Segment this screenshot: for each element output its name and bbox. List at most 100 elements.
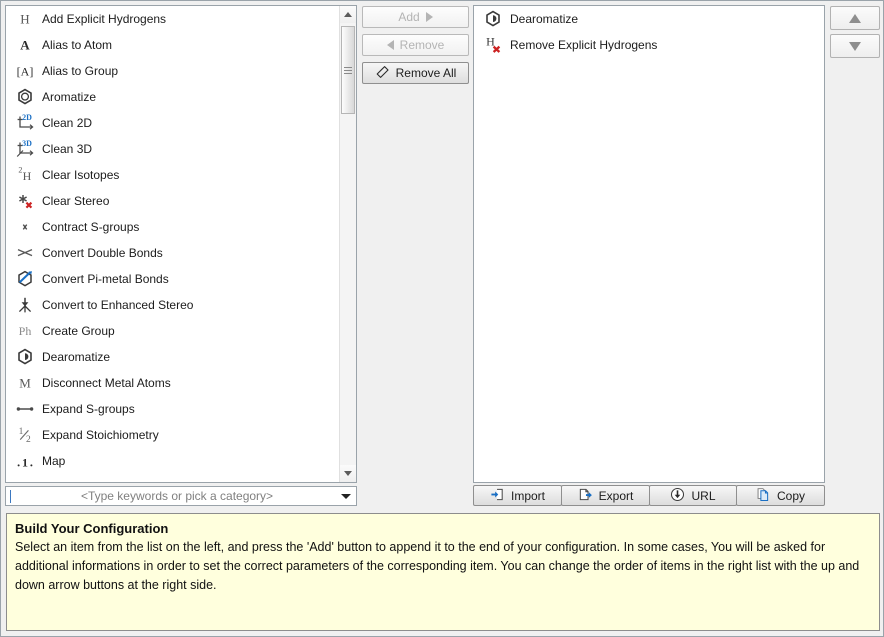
operation-configuration-window: H Add Explicit Hydrogens A Alias to Atom [A]…	[0, 0, 884, 637]
available-operations-list[interactable]: H Add Explicit Hydrogens A Alias to Atom [A]…	[6, 6, 340, 482]
available-list-item[interactable]: Convert to Enhanced Stereo	[6, 292, 340, 318]
bracket-atom-icon: [A]	[14, 60, 36, 82]
svg-text:1: 1	[22, 455, 28, 469]
dearomatize-ring-icon	[482, 8, 504, 30]
phenyl-group-icon: Ph	[14, 320, 36, 342]
scroll-up-arrow-icon	[344, 12, 352, 17]
available-list-scrollbar[interactable]	[339, 6, 356, 482]
available-list-item[interactable]: M Disconnect Metal Atoms	[6, 370, 340, 396]
available-list-item-label: Aromatize	[42, 90, 97, 104]
available-list-item[interactable]: 3D Clean 3D	[6, 136, 340, 162]
available-list-item[interactable]: Ph Create Group	[6, 318, 340, 344]
move-down-button[interactable]	[830, 34, 880, 58]
configuration-list-item[interactable]: Dearomatize	[474, 6, 824, 32]
export-icon	[578, 487, 593, 505]
available-list-item[interactable]: 1 2 Expand Stoichiometry	[6, 422, 340, 448]
url-button-label: URL	[691, 488, 716, 503]
available-list-item-label: Convert Pi-metal Bonds	[42, 272, 169, 286]
isotope-hydrogen-icon: 2H	[14, 164, 36, 186]
add-button-label: Add	[398, 10, 420, 24]
available-list-item[interactable]: Aromatize	[6, 84, 340, 110]
svg-text:3D: 3D	[22, 139, 32, 148]
category-search-combobox[interactable]: <Type keywords or pick a category>	[5, 486, 357, 506]
available-list-item[interactable]: Clear Stereo	[6, 188, 340, 214]
available-list-item-label: Convert to Enhanced Stereo	[42, 298, 194, 312]
export-button-label: Export	[598, 488, 634, 503]
available-list-item-label: Alias to Atom	[42, 38, 113, 52]
configuration-list-item-label: Remove Explicit Hydrogens	[510, 38, 658, 52]
available-list-item-label: Clear Isotopes	[42, 168, 120, 182]
scroll-down-button[interactable]	[340, 465, 356, 482]
text-cursor	[10, 490, 11, 503]
available-list-item[interactable]: A Alias to Atom	[6, 32, 340, 58]
configuration-list-item[interactable]: H Remove Explicit Hydrogens	[474, 32, 824, 58]
svg-text:H: H	[23, 169, 32, 183]
available-list-item[interactable]: 2 H Clear Isotopes	[6, 162, 340, 188]
info-panel-body: Select an item from the list on the left…	[15, 540, 860, 592]
available-list-item[interactable]: 2D Clean 2D	[6, 110, 340, 136]
contract-sgroup-icon	[14, 216, 36, 238]
svg-text:H: H	[20, 12, 29, 27]
category-dropdown-button[interactable]	[336, 487, 356, 505]
copy-button[interactable]: Copy	[736, 485, 825, 506]
svg-text:[A]: [A]	[17, 65, 34, 79]
configuration-list-item-label: Dearomatize	[510, 12, 579, 26]
scrollbar-grip-icon	[344, 65, 352, 76]
hydrogen-letter-icon: H	[14, 8, 36, 30]
info-panel-title: Build Your Configuration	[15, 521, 169, 536]
remove-button[interactable]: Remove	[362, 34, 469, 56]
available-list-item[interactable]: Convert Pi-metal Bonds	[6, 266, 340, 292]
svg-text:A: A	[20, 38, 30, 53]
add-button[interactable]: Add	[362, 6, 469, 28]
double-bond-cross-icon	[14, 242, 36, 264]
available-list-item-label: Add Explicit Hydrogens	[42, 12, 167, 26]
svg-text:M: M	[19, 375, 31, 390]
available-list-item-label: Create Group	[42, 324, 115, 338]
copy-icon	[756, 487, 771, 505]
available-list-item-label: Map	[42, 454, 66, 468]
pi-metal-bond-icon	[14, 268, 36, 290]
available-list-item[interactable]: H Add Explicit Hydrogens	[6, 6, 340, 32]
dearomatize-ring-icon	[14, 346, 36, 368]
enhanced-stereo-icon	[14, 294, 36, 316]
move-up-arrow-icon	[849, 13, 861, 23]
available-list-item-label: Clean 3D	[42, 142, 93, 156]
svg-text:Ph: Ph	[19, 324, 32, 338]
available-list-item[interactable]: Contract S-groups	[6, 214, 340, 240]
available-list-item-label: Clear Stereo	[42, 194, 110, 208]
scroll-up-button[interactable]	[340, 6, 356, 23]
url-button[interactable]: URL	[649, 485, 737, 506]
import-button[interactable]: Import	[473, 485, 562, 506]
map-number-icon: 1	[14, 450, 36, 472]
remove-button-label: Remove	[399, 38, 445, 52]
available-list-item[interactable]: Expand S-groups	[6, 396, 340, 422]
move-up-button[interactable]	[830, 6, 880, 30]
available-list-item[interactable]: Convert Double Bonds	[6, 240, 340, 266]
svg-text:1: 1	[19, 427, 24, 437]
available-list-item-label: Convert Double Bonds	[42, 246, 163, 260]
available-list-item-label: Dearomatize	[42, 350, 111, 364]
available-list-item-label: Disconnect Metal Atoms	[42, 376, 171, 390]
arrow-right-icon	[425, 12, 433, 22]
remove-all-button[interactable]: Remove All	[362, 62, 469, 84]
url-download-icon	[670, 487, 685, 505]
available-list-item[interactable]: 1 Map	[6, 448, 340, 474]
clean-2d-axes-icon: 2D	[14, 112, 36, 134]
one-half-fraction-icon: 12	[14, 424, 36, 446]
available-list-item-label: Expand S-groups	[42, 402, 135, 416]
atom-letter-icon: A	[14, 34, 36, 56]
chevron-down-icon	[341, 493, 351, 499]
available-list-item-label: Contract S-groups	[42, 220, 140, 234]
available-list-item[interactable]: [A] Alias to Group	[6, 58, 340, 84]
category-placeholder-text: <Type keywords or pick a category>	[80, 489, 274, 503]
scrollbar-thumb[interactable]	[341, 26, 355, 114]
svg-text:2D: 2D	[22, 113, 32, 122]
remove-all-button-label: Remove All	[395, 66, 457, 80]
info-panel: Build Your Configuration Select an item …	[6, 513, 880, 631]
export-button[interactable]: Export	[561, 485, 650, 506]
configuration-list-panel[interactable]: Dearomatize H Remove Explicit Hydrogens	[473, 5, 825, 483]
available-list-item[interactable]: Dearomatize	[6, 344, 340, 370]
metal-letter-icon: M	[14, 372, 36, 394]
available-list-item-label: Expand Stoichiometry	[42, 428, 159, 442]
available-list-item-label: Alias to Group	[42, 64, 119, 78]
